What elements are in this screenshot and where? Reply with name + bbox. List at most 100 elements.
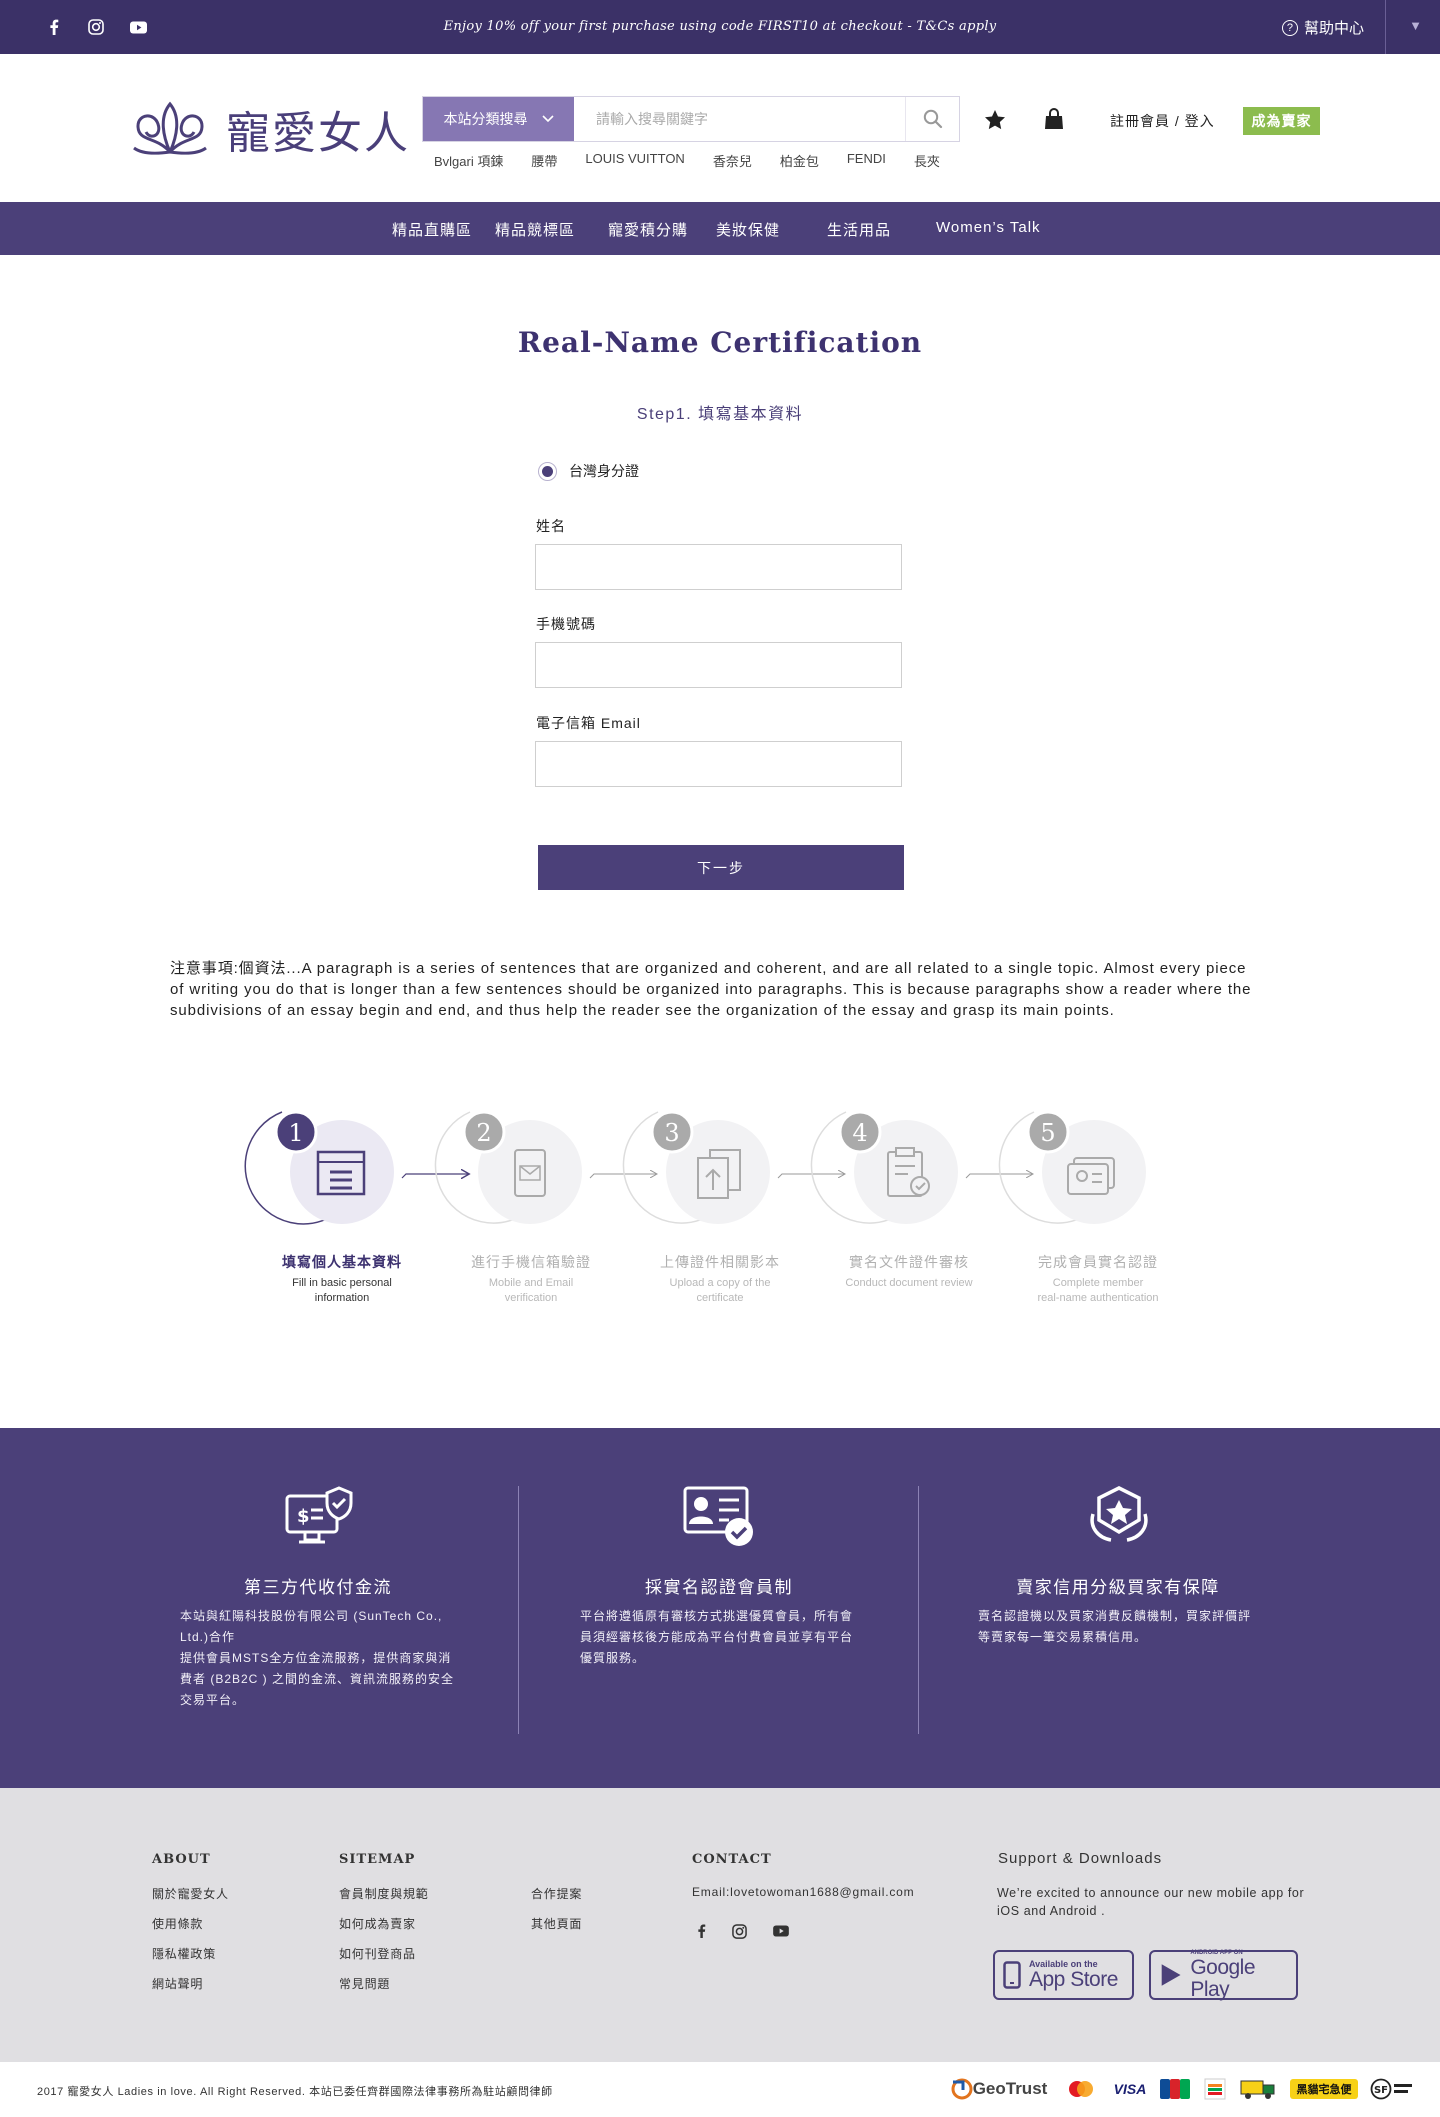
feature-body-line: 交易平台。 bbox=[180, 1693, 246, 1707]
facebook-icon[interactable] bbox=[692, 1922, 710, 1940]
step-subtitle-line: Fill in basic personal bbox=[292, 1277, 392, 1289]
sf-express-logo: SF bbox=[1370, 2076, 1414, 2102]
feature-title: 第三方代收付金流 bbox=[244, 1578, 392, 1597]
google-play-badge[interactable]: ANDROID APP ON Google Play bbox=[1149, 1950, 1298, 2001]
svg-text:3: 3 bbox=[664, 1119, 679, 1147]
become-seller-button[interactable]: 成為賣家 bbox=[1243, 107, 1320, 135]
feature-body-line: Ltd.)合作 bbox=[180, 1630, 236, 1644]
footer-link[interactable]: 如何刊登商品 bbox=[339, 1945, 416, 1962]
id-type-option[interactable]: 台灣身分證 bbox=[538, 461, 639, 481]
next-step-button[interactable]: 下一步 bbox=[538, 845, 904, 890]
hot-keyword[interactable]: Bvlgari 項鍊 bbox=[434, 151, 503, 170]
feature-body: 平台將遵循原有審核方式挑選優質會員，所有會 員須經審核後方能成為平台付費會員並享… bbox=[580, 1606, 880, 1669]
site-footer: ABOUT 關於寵愛女人 使用條款 隱私權政策 網站聲明 SITEMAP 會員制… bbox=[0, 1788, 1440, 2062]
hot-keyword[interactable]: LOUIS VUITTON bbox=[585, 151, 684, 170]
step-subtitle: Conduct document review bbox=[824, 1276, 994, 1291]
feature-body-line: 本站與紅陽科技股份有限公司 (SunTech Co., bbox=[180, 1609, 443, 1623]
footer-support-title: Support & Downloads bbox=[998, 1850, 1163, 1867]
svg-text:$: $ bbox=[297, 1506, 310, 1527]
instagram-icon[interactable] bbox=[730, 1922, 748, 1940]
nav-item[interactable]: 美妝保健 bbox=[716, 219, 780, 240]
step-title: 實名文件證件審核 bbox=[849, 1254, 969, 1270]
logo-mark-icon bbox=[133, 101, 207, 155]
nav-item[interactable]: 精品競標區 bbox=[495, 219, 575, 240]
step-subtitle: Mobile and Email verification bbox=[446, 1276, 616, 1306]
login-register-link[interactable]: 註冊會員 / 登入 bbox=[1110, 111, 1215, 131]
radio-selected-dot bbox=[542, 465, 553, 477]
step-subtitle: Complete member real-name authentication bbox=[1013, 1276, 1183, 1306]
footer-link[interactable]: 其他頁面 bbox=[531, 1915, 582, 1932]
chevron-down-icon bbox=[541, 115, 554, 123]
step-subtitle-line: certificate bbox=[696, 1292, 744, 1304]
footer-link[interactable]: 常見問題 bbox=[339, 1975, 390, 1992]
help-center-link[interactable]: ? 幫助中心 bbox=[1281, 17, 1364, 38]
app-store-badge[interactable]: Available on the App Store bbox=[993, 1950, 1134, 2000]
search-input[interactable] bbox=[574, 97, 905, 141]
footer-link[interactable]: 如何成為賣家 bbox=[339, 1915, 416, 1932]
hot-keywords: Bvlgari 項鍊 腰帶 LOUIS VUITTON 香奈兒 柏金包 FEND… bbox=[434, 151, 968, 170]
step-subtitle-line: Complete member bbox=[1052, 1277, 1144, 1289]
hot-keyword[interactable]: 腰帶 bbox=[531, 151, 557, 170]
id-type-label: 台灣身分證 bbox=[569, 463, 639, 479]
notice-paragraph: 注意事項:個資法...A paragraph is a series of se… bbox=[170, 960, 1252, 1019]
footer-link[interactable]: 隱私權政策 bbox=[152, 1945, 216, 1962]
footer-link[interactable]: 網站聲明 bbox=[152, 1975, 203, 1992]
step-subtitle-line: real-name authentication bbox=[1037, 1292, 1159, 1304]
email-field[interactable] bbox=[535, 741, 902, 787]
feature-divider bbox=[918, 1486, 919, 1734]
visa-logo: VISA bbox=[1113, 2081, 1147, 2097]
footer-sitemap-title: SITEMAP bbox=[339, 1852, 416, 1867]
svg-text:2: 2 bbox=[476, 1119, 491, 1147]
google-play-big-text: Google Play bbox=[1190, 1956, 1256, 2001]
search-bar: 本站分類搜尋 bbox=[422, 96, 960, 142]
announcement-bar: Enjoy 10% off your first purchase using … bbox=[0, 0, 1440, 54]
copyright-bar: 2017 寵愛女人 Ladies in love. All Right Rese… bbox=[0, 2062, 1440, 2117]
hot-keyword[interactable]: 柏金包 bbox=[780, 151, 819, 170]
dropdown-caret-icon[interactable]: ▼ bbox=[1409, 18, 1422, 33]
secure-payment-icon: $ bbox=[285, 1486, 353, 1544]
footer-link[interactable]: 使用條款 bbox=[152, 1915, 203, 1932]
phone-icon bbox=[1003, 1961, 1021, 1989]
feature-body-line: 提供會員MSTS全方位金流服務，提供商家與消 bbox=[180, 1651, 452, 1665]
search-category-dropdown[interactable]: 本站分類搜尋 bbox=[423, 97, 574, 141]
name-label: 姓名 bbox=[536, 518, 566, 534]
hot-keyword[interactable]: 長夾 bbox=[914, 151, 940, 170]
footer-link[interactable]: 合作提案 bbox=[531, 1885, 582, 1902]
nav-item[interactable]: Women’s Talk bbox=[936, 219, 1041, 236]
nav-item[interactable]: 寵愛積分購 bbox=[608, 219, 688, 240]
footer-link[interactable]: 關於寵愛女人 bbox=[152, 1885, 229, 1902]
search-icon bbox=[923, 109, 942, 129]
feature-body-line: 平台將遵循原有審核方式挑選優質會員，所有會 bbox=[580, 1609, 854, 1623]
geotrust-mark-icon bbox=[951, 2078, 973, 2100]
page-title: Real-Name Certification bbox=[517, 326, 923, 359]
hot-keyword[interactable]: FENDI bbox=[847, 151, 886, 170]
topbar-divider bbox=[1385, 0, 1386, 54]
id-type-radio[interactable] bbox=[538, 461, 557, 481]
name-field[interactable] bbox=[535, 544, 902, 590]
svg-text:1: 1 bbox=[288, 1119, 303, 1147]
site-logo[interactable]: 寵愛女人 bbox=[126, 96, 410, 162]
feature-body-line: 費者 (B2B2C ) 之間的金流、資訊流服務的安全 bbox=[180, 1672, 455, 1686]
app-store-big-text: App Store bbox=[1029, 1968, 1118, 1991]
hot-keyword[interactable]: 香奈兒 bbox=[713, 151, 752, 170]
main-nav: 精品直購區 精品競標區 寵愛積分購 美妝保健 生活用品 Women’s Talk bbox=[0, 202, 1440, 255]
footer-link[interactable]: 會員制度與規範 bbox=[339, 1885, 429, 1902]
copyright-text: 2017 寵愛女人 Ladies in love. All Right Rese… bbox=[37, 2086, 553, 2098]
phone-field[interactable] bbox=[535, 642, 902, 688]
feature-title: 採實名認證會員制 bbox=[645, 1578, 793, 1597]
certified-member-icon bbox=[683, 1486, 753, 1546]
search-category-label: 本站分類搜尋 bbox=[443, 111, 528, 127]
nav-item[interactable]: 生活用品 bbox=[827, 219, 891, 240]
feature-divider bbox=[518, 1486, 519, 1734]
youtube-icon[interactable] bbox=[772, 1922, 790, 1940]
feature-body-line: 員須經審核後方能成為平台付費會員並享有平台 bbox=[580, 1630, 854, 1644]
feature-body: 本站與紅陽科技股份有限公司 (SunTech Co., Ltd.)合作 提供會員… bbox=[180, 1606, 470, 1711]
search-button[interactable] bbox=[905, 97, 959, 141]
footer-support-text: We’re excited to announce our new mobile… bbox=[997, 1886, 1305, 1918]
step-subtitle: Upload a copy of the certificate bbox=[635, 1276, 805, 1306]
footer-contact-email[interactable]: Email:lovetowoman1688@gmail.com bbox=[692, 1885, 914, 1899]
nav-item[interactable]: 精品直購區 bbox=[392, 219, 472, 240]
shopping-bag-icon[interactable] bbox=[1041, 106, 1067, 132]
favorites-star-icon[interactable] bbox=[982, 106, 1008, 132]
geotrust-text: GeoTrust bbox=[972, 2079, 1048, 2098]
